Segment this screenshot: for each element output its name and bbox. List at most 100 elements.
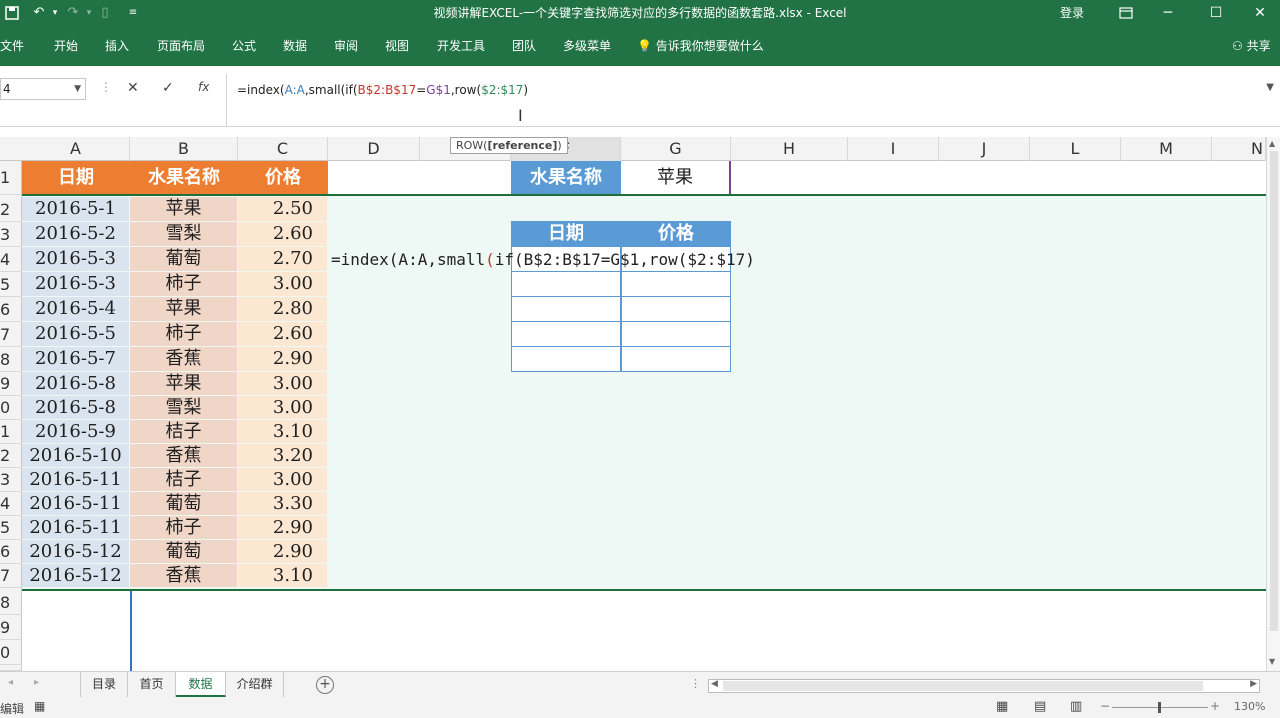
zoom-slider-thumb[interactable] xyxy=(1158,702,1161,713)
row-header[interactable]: 6 xyxy=(0,540,22,564)
zoom-level[interactable]: 130% xyxy=(1234,700,1265,713)
result-header-date[interactable]: 日期 xyxy=(511,221,621,246)
result-price-cell[interactable] xyxy=(621,346,731,372)
tab-team[interactable]: 团队 xyxy=(512,37,536,54)
fruit-name-cell[interactable]: 苹果 xyxy=(130,297,237,321)
column-header-m[interactable]: M xyxy=(1121,137,1212,161)
in-cell-formula[interactable]: =index(A:A,small(if(B$2:B$17=G$1,row($2:… xyxy=(331,250,755,269)
column-header-c[interactable]: C xyxy=(238,137,328,161)
row-header[interactable]: 5 xyxy=(0,516,22,540)
column-header-l[interactable]: L xyxy=(1030,137,1121,161)
price-cell[interactable]: 3.00 xyxy=(238,272,327,296)
date-cell[interactable]: 2016-5-11 xyxy=(22,492,129,515)
price-cell[interactable]: 3.10 xyxy=(238,420,327,443)
row-header[interactable]: 9 xyxy=(0,615,22,640)
row-header[interactable]: 6 xyxy=(0,297,22,322)
redo-icon[interactable]: ↷ xyxy=(64,3,82,23)
price-cell[interactable]: 2.50 xyxy=(238,197,327,221)
undo-dropdown-icon[interactable]: ▾ xyxy=(50,3,60,23)
new-file-icon[interactable]: ▯ xyxy=(98,3,112,23)
date-cell[interactable]: 2016-5-4 xyxy=(22,297,129,321)
function-tooltip[interactable]: ROW([reference]) xyxy=(450,137,568,154)
scroll-right-icon[interactable]: ▶ xyxy=(1250,679,1257,689)
ribbon-display-icon[interactable] xyxy=(1106,0,1146,26)
date-cell[interactable]: 2016-5-7 xyxy=(22,347,129,371)
vertical-scrollbar[interactable]: ▲ ▼ xyxy=(1266,137,1280,671)
date-cell[interactable]: 2016-5-12 xyxy=(22,564,129,587)
tab-multilevel-menu[interactable]: 多级菜单 xyxy=(563,37,611,54)
scroll-down-icon[interactable]: ▼ xyxy=(1269,657,1275,666)
lookup-value-cell[interactable]: 苹果 xyxy=(621,161,731,194)
date-cell[interactable]: 2016-5-3 xyxy=(22,272,129,296)
row-header[interactable]: 0 xyxy=(0,640,22,665)
horizontal-scrollbar[interactable]: ◀ ▶ xyxy=(708,679,1260,693)
price-cell[interactable]: 3.10 xyxy=(238,564,327,587)
price-cell[interactable]: 3.00 xyxy=(238,468,327,491)
fruit-name-cell[interactable]: 葡萄 xyxy=(130,540,237,563)
tell-me-search[interactable]: 💡 告诉我你想要做什么 xyxy=(637,37,764,54)
sheet-tab-intro-group[interactable]: 介绍群 xyxy=(226,672,284,697)
price-cell[interactable]: 2.90 xyxy=(238,347,327,371)
row-header[interactable]: 1 xyxy=(0,420,22,444)
tab-review[interactable]: 审阅 xyxy=(334,37,358,54)
row-header[interactable]: 2 xyxy=(0,444,22,468)
enter-icon[interactable]: ✓ xyxy=(162,80,174,96)
fruit-name-cell[interactable]: 香蕉 xyxy=(130,444,237,467)
row-header[interactable]: 9 xyxy=(0,372,22,396)
scroll-up-icon[interactable]: ▲ xyxy=(1269,139,1275,148)
customize-icon[interactable]: ≡ xyxy=(126,3,140,23)
lookup-label-cell[interactable]: 水果名称 xyxy=(511,161,621,194)
row-header[interactable]: 7 xyxy=(0,564,22,588)
add-sheet-icon[interactable]: + xyxy=(316,676,334,694)
price-cell[interactable]: 3.20 xyxy=(238,444,327,467)
date-cell[interactable]: 2016-5-3 xyxy=(22,247,129,271)
result-date-cell[interactable] xyxy=(511,271,621,297)
fruit-name-cell[interactable]: 柿子 xyxy=(130,516,237,539)
result-price-cell[interactable] xyxy=(621,271,731,297)
header-price[interactable]: 价格 xyxy=(238,161,328,194)
sheet-tab-data[interactable]: 数据 xyxy=(176,672,226,697)
column-header-g[interactable]: G xyxy=(621,137,731,161)
close-icon[interactable]: ✕ xyxy=(1240,0,1280,26)
scroll-sheets-right-icon[interactable]: ▸ xyxy=(34,677,39,688)
price-cell[interactable]: 2.80 xyxy=(238,297,327,321)
fruit-name-cell[interactable]: 桔子 xyxy=(130,468,237,491)
row-header[interactable]: 4 xyxy=(0,247,22,272)
tab-page-layout[interactable]: 页面布局 xyxy=(157,37,205,54)
page-layout-view-icon[interactable]: ▤ xyxy=(1034,699,1046,714)
row-header[interactable]: 7 xyxy=(0,322,22,347)
page-break-view-icon[interactable]: ▥ xyxy=(1070,699,1082,714)
tab-data[interactable]: 数据 xyxy=(283,37,307,54)
price-cell[interactable]: 2.60 xyxy=(238,322,327,346)
fruit-name-cell[interactable]: 柿子 xyxy=(130,272,237,296)
share-button[interactable]: ⚇ 共享 xyxy=(1232,37,1271,54)
tab-split-handle[interactable]: ⋮ xyxy=(690,677,701,690)
price-cell[interactable]: 3.00 xyxy=(238,396,327,419)
expand-formula-bar-icon[interactable]: ▼ xyxy=(1266,82,1274,93)
fruit-name-cell[interactable]: 葡萄 xyxy=(130,492,237,515)
row-header[interactable]: 8 xyxy=(0,590,22,615)
row-header[interactable]: 8 xyxy=(0,347,22,372)
date-cell[interactable]: 2016-5-2 xyxy=(22,222,129,246)
tab-home[interactable]: 开始 xyxy=(54,37,78,54)
fruit-name-cell[interactable]: 雪梨 xyxy=(130,222,237,246)
date-cell[interactable]: 2016-5-8 xyxy=(22,396,129,419)
zoom-in-icon[interactable]: + xyxy=(1210,699,1220,713)
row-header[interactable]: 5 xyxy=(0,272,22,297)
tab-file[interactable]: 文件 xyxy=(0,37,24,54)
date-cell[interactable]: 2016-5-8 xyxy=(22,372,129,395)
minimize-icon[interactable]: ─ xyxy=(1148,0,1188,26)
scroll-left-icon[interactable]: ◀ xyxy=(711,679,718,689)
fruit-name-cell[interactable]: 桔子 xyxy=(130,420,237,443)
horizontal-scroll-thumb[interactable] xyxy=(723,681,1203,691)
name-box[interactable]: 4 ▼ xyxy=(0,78,86,100)
row-header[interactable]: 1 xyxy=(0,161,22,195)
cancel-icon[interactable]: ✕ xyxy=(127,80,139,96)
row-header[interactable]: 3 xyxy=(0,222,22,247)
result-date-cell[interactable] xyxy=(511,321,621,347)
price-cell[interactable]: 3.30 xyxy=(238,492,327,515)
date-cell[interactable]: 2016-5-12 xyxy=(22,540,129,563)
macro-record-icon[interactable]: ▦ xyxy=(34,699,45,713)
result-header-price[interactable]: 价格 xyxy=(621,221,731,246)
sheet-tab-contents[interactable]: 目录 xyxy=(80,672,128,697)
